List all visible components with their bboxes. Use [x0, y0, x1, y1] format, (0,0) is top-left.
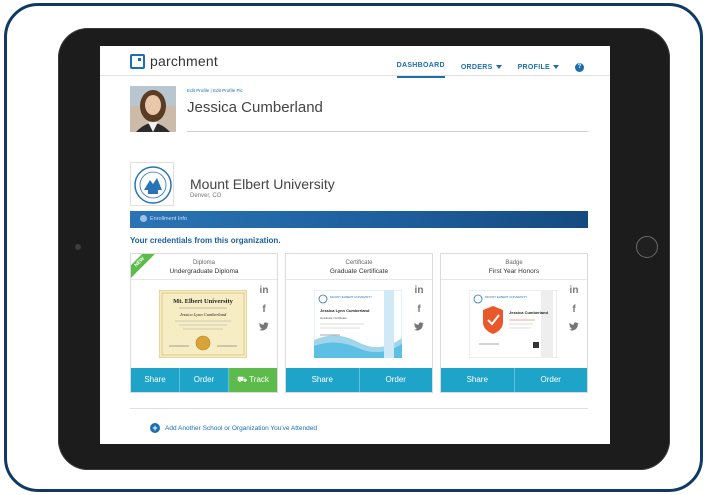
- card-actions: Share Order: [286, 368, 432, 392]
- facebook-icon[interactable]: f: [567, 303, 581, 317]
- credential-title: First Year Honors: [488, 268, 540, 275]
- diploma-document-preview[interactable]: Mt. Elbert University Jessica Lynn Cumbe…: [159, 290, 247, 358]
- badge-recipient: Jessica Cumberland: [509, 310, 548, 315]
- share-button[interactable]: Share: [441, 368, 515, 392]
- home-button[interactable]: [636, 236, 658, 258]
- credential-title: Graduate Certificate: [329, 268, 389, 275]
- credential-card-diploma: NEW Diploma Undergraduate Diploma Mt. El…: [130, 253, 278, 393]
- credential-card-certificate: Certificate Graduate Certificate MOUNT E…: [285, 253, 433, 393]
- track-label: Track: [249, 375, 269, 384]
- nav-profile-label: PROFILE: [517, 63, 550, 71]
- linkedin-icon[interactable]: in: [257, 284, 271, 298]
- university-seal-icon: [130, 162, 174, 206]
- credential-type: Diploma: [192, 260, 215, 266]
- twitter-icon[interactable]: [412, 322, 426, 336]
- credential-card-badge: Badge First Year Honors MOUNT ELBERT UNI…: [440, 253, 588, 393]
- organization-name: Mount Elbert University: [190, 176, 335, 192]
- top-nav-bar: parchment DASHBOARD ORDERS PROFILE ?: [100, 46, 610, 78]
- divider: [286, 279, 432, 280]
- facebook-icon[interactable]: f: [412, 303, 426, 317]
- badge-document-preview[interactable]: MOUNT ELBERT UNIVERSITY Jessica Cumberla…: [469, 290, 557, 358]
- nav-orders-label: ORDERS: [460, 63, 493, 71]
- plus-circle-icon: +: [150, 423, 160, 433]
- linkedin-icon[interactable]: in: [412, 284, 426, 298]
- organization-location: Denver, CO: [190, 193, 222, 199]
- share-button[interactable]: Share: [286, 368, 360, 392]
- add-school-label: Add Another School or Organization You'v…: [165, 424, 317, 432]
- card-actions: Share Order: [441, 368, 587, 392]
- profile-name: Jessica Cumberland: [187, 99, 323, 116]
- order-button[interactable]: Order: [180, 368, 229, 392]
- credential-type: Badge: [505, 260, 523, 266]
- facebook-icon[interactable]: f: [257, 303, 271, 317]
- credential-type: Certificate: [345, 260, 373, 266]
- divider: [441, 279, 587, 280]
- divider: [131, 279, 277, 280]
- order-button[interactable]: Order: [514, 368, 587, 392]
- certificate-subtitle: Graduate Certificate: [320, 316, 347, 320]
- credential-title: Undergraduate Diploma: [169, 268, 239, 275]
- add-school-link[interactable]: + Add Another School or Organization You…: [150, 423, 317, 433]
- twitter-icon[interactable]: [567, 322, 581, 336]
- certificate-recipient: Jessica Lynn Cumberland: [320, 308, 370, 313]
- help-icon[interactable]: ?: [575, 62, 584, 72]
- linkedin-icon[interactable]: in: [567, 284, 581, 298]
- nav-dashboard[interactable]: DASHBOARD: [396, 62, 445, 78]
- parchment-logo[interactable]: parchment: [130, 53, 218, 69]
- divider: [130, 408, 588, 409]
- nav-orders[interactable]: ORDERS: [461, 64, 502, 71]
- certificate-document-preview[interactable]: MOUNT ELBERT UNIVERSITY Jessica Lynn Cum…: [314, 290, 402, 358]
- twitter-icon[interactable]: [257, 322, 271, 336]
- track-button[interactable]: ⛟ Track: [229, 368, 277, 392]
- tablet-screen: parchment DASHBOARD ORDERS PROFILE ? Edi…: [100, 46, 610, 444]
- order-button[interactable]: Order: [359, 368, 432, 392]
- diploma-school: Mt. Elbert University: [173, 298, 234, 305]
- diploma-recipient: Jessica Lynn Cumberland: [180, 312, 227, 317]
- main-nav: DASHBOARD ORDERS PROFILE ?: [396, 56, 584, 78]
- social-share-icons: in f: [257, 284, 271, 341]
- badge-school: MOUNT ELBERT UNIVERSITY: [485, 295, 527, 299]
- logo-text: parchment: [150, 53, 218, 69]
- nav-profile[interactable]: PROFILE: [518, 64, 559, 71]
- social-share-icons: in f: [567, 284, 581, 341]
- enrollment-info-bar[interactable]: Enrollment Info: [130, 211, 588, 228]
- info-icon: [140, 215, 147, 222]
- avatar: [130, 86, 176, 132]
- divider: [187, 131, 588, 132]
- social-share-icons: in f: [412, 284, 426, 341]
- parchment-logo-icon: [130, 53, 145, 69]
- card-actions: Share Order ⛟ Track: [131, 368, 277, 392]
- chevron-down-icon: [553, 65, 559, 69]
- enrollment-info-label: Enrollment Info: [150, 216, 187, 222]
- chevron-down-icon: [495, 65, 502, 69]
- share-button[interactable]: Share: [131, 368, 180, 392]
- profile-edit-links[interactable]: Edit Profile | Edit Profile Pic: [187, 88, 243, 93]
- certificate-school: MOUNT ELBERT UNIVERSITY: [330, 295, 372, 299]
- truck-icon: ⛟: [237, 375, 248, 384]
- credentials-heading: Your credentials from this organization.: [130, 236, 281, 245]
- camera-icon: [75, 244, 81, 250]
